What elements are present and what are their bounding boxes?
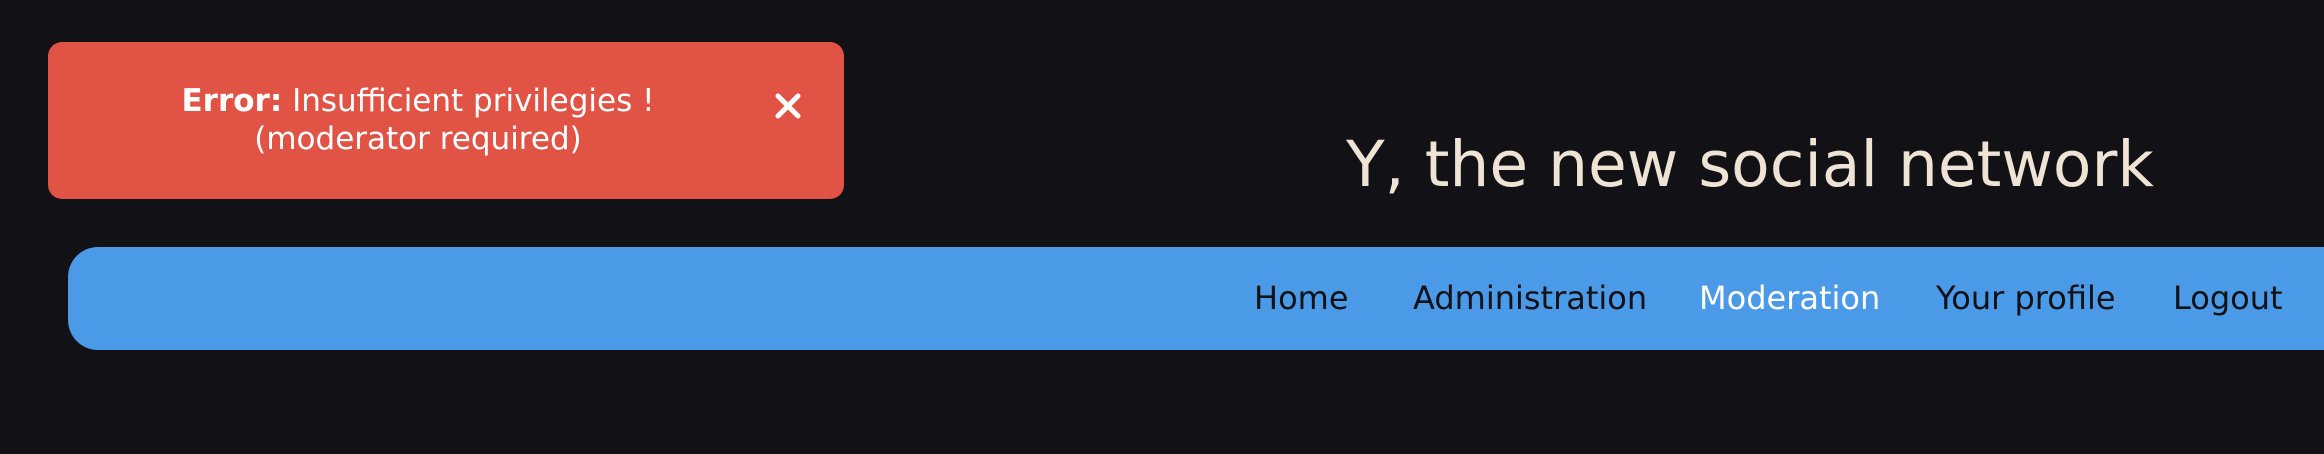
site-title: Y, the new social network [1346, 128, 2154, 201]
nav-logout[interactable]: Logout [2173, 247, 2283, 350]
error-prefix: Error: [181, 83, 283, 119]
close-toast-button[interactable] [770, 88, 806, 124]
error-toast: Error: Insufficient privilegies ! (moder… [48, 42, 844, 199]
error-text: Insufficient privilegies ! (moderator re… [254, 83, 655, 157]
nav-administration[interactable]: Administration [1413, 247, 1647, 350]
nav-your-profile[interactable]: Your profile [1936, 247, 2116, 350]
error-message: Error: Insufficient privilegies ! (moder… [138, 82, 698, 158]
main-navbar: Home Administration Moderation Your prof… [68, 247, 2324, 350]
close-icon [775, 93, 801, 119]
nav-moderation[interactable]: Moderation [1699, 247, 1880, 350]
nav-home[interactable]: Home [1254, 247, 1349, 350]
page: Error: Insufficient privilegies ! (moder… [0, 0, 2324, 454]
